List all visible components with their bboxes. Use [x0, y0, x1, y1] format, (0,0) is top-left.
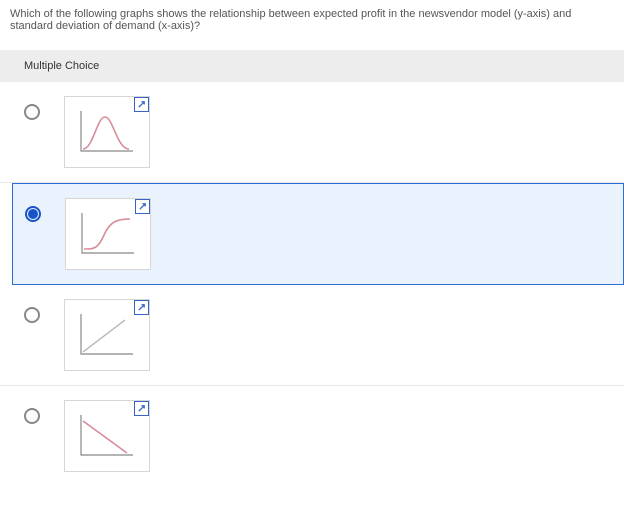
option-2[interactable]	[12, 183, 624, 285]
multiple-choice-header: Multiple Choice	[0, 50, 624, 82]
expand-icon[interactable]	[134, 401, 149, 416]
thumbnail-4	[64, 400, 150, 472]
option-1[interactable]	[0, 82, 624, 183]
expand-icon[interactable]	[135, 199, 150, 214]
radio-2[interactable]	[25, 206, 41, 222]
option-3[interactable]	[0, 285, 624, 386]
question-text: Which of the following graphs shows the …	[0, 0, 624, 44]
thumbnail-2	[65, 198, 151, 270]
expand-icon[interactable]	[134, 97, 149, 112]
radio-1[interactable]	[24, 104, 40, 120]
expand-icon[interactable]	[134, 300, 149, 315]
thumbnail-1	[64, 96, 150, 168]
radio-3[interactable]	[24, 307, 40, 323]
option-4[interactable]	[0, 386, 624, 486]
options-list	[0, 82, 624, 486]
radio-4[interactable]	[24, 408, 40, 424]
thumbnail-3	[64, 299, 150, 371]
